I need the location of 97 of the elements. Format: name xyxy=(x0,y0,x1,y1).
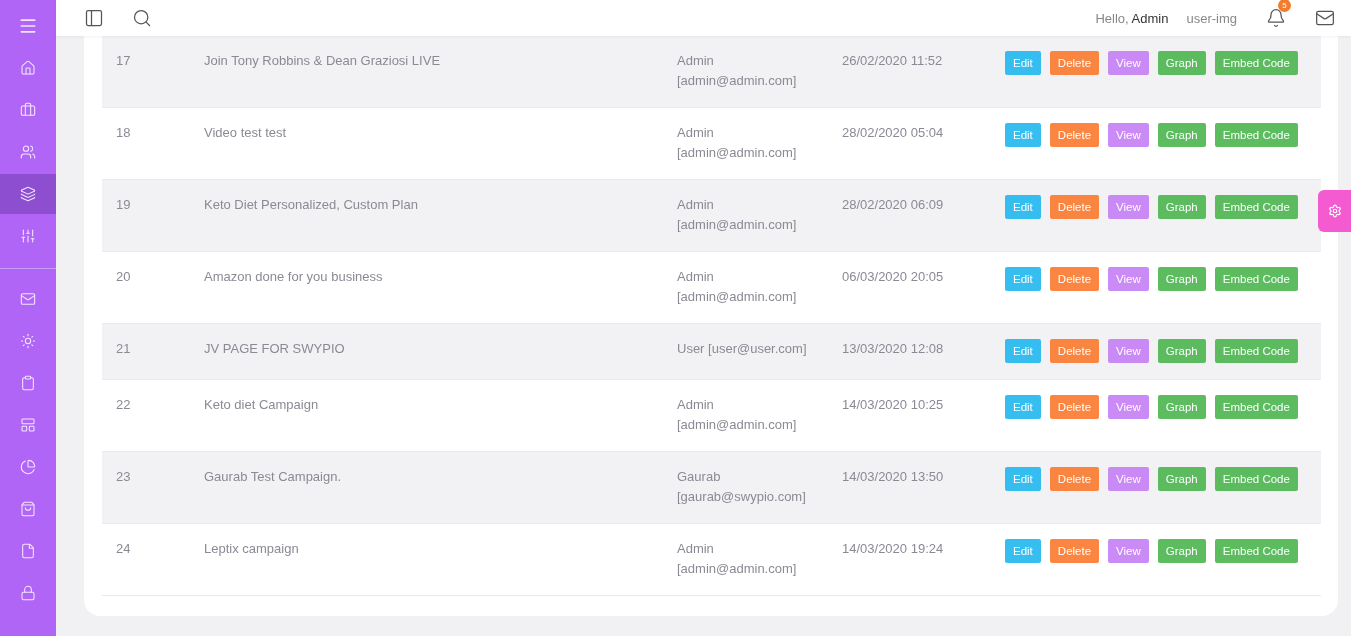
user-cell-text: Admin [admin@admin.com] xyxy=(677,540,798,578)
delete-button[interactable]: Delete xyxy=(1049,51,1100,75)
title-cell-text: Keto Diet Personalized, Custom Plan xyxy=(204,196,419,214)
sun-icon xyxy=(20,333,36,349)
embed-code-button[interactable]: Embed Code xyxy=(1214,539,1298,563)
delete-button[interactable]: Delete xyxy=(1049,467,1100,491)
graph-button[interactable]: Graph xyxy=(1157,123,1206,147)
view-button[interactable]: View xyxy=(1108,539,1149,563)
user-cell-text: Admin [admin@admin.com] xyxy=(677,196,798,234)
date-cell-text: 14/03/2020 10:25 xyxy=(842,396,945,414)
file-icon xyxy=(20,543,36,559)
home-icon xyxy=(20,60,36,76)
graph-button[interactable]: Graph xyxy=(1157,467,1206,491)
title-cell-text: Leptix campaign xyxy=(204,540,300,558)
greeting-text: Hello, Admin xyxy=(1095,10,1169,26)
user-cell-text: User [user@user.com] xyxy=(677,340,808,358)
title-cell-text: Video test test xyxy=(204,124,288,142)
view-button[interactable]: View xyxy=(1108,123,1149,147)
date-cell-text: 14/03/2020 13:50 xyxy=(842,468,945,486)
graph-button[interactable]: Graph xyxy=(1157,195,1206,219)
graph-button[interactable]: Graph xyxy=(1157,339,1206,363)
id-cell-text: 22 xyxy=(116,396,132,414)
user-cell-text: Gaurab [gaurab@swypio.com] xyxy=(677,468,807,506)
sidebar-item[interactable] xyxy=(0,174,56,214)
edit-button[interactable]: Edit xyxy=(1005,195,1041,219)
delete-button[interactable]: Delete xyxy=(1049,123,1100,147)
embed-code-button[interactable]: Embed Code xyxy=(1214,395,1298,419)
view-button[interactable]: View xyxy=(1108,467,1149,491)
embed-code-button[interactable]: Embed Code xyxy=(1214,123,1298,147)
id-cell-text: 24 xyxy=(116,540,132,558)
mail-icon xyxy=(20,291,36,307)
edit-button[interactable]: Edit xyxy=(1005,123,1041,147)
edit-button[interactable]: Edit xyxy=(1005,395,1041,419)
notifications-button[interactable]: 5 xyxy=(1261,3,1291,33)
shopping-bag-icon xyxy=(20,501,36,517)
delete-button[interactable]: Delete xyxy=(1049,195,1100,219)
view-button[interactable]: View xyxy=(1108,395,1149,419)
menu-icon xyxy=(18,16,38,36)
user-cell-text: Admin [admin@admin.com] xyxy=(677,396,798,434)
date-cell-text: 13/03/2020 12:08 xyxy=(842,340,945,358)
lock-icon xyxy=(20,585,36,601)
embed-code-button[interactable]: Embed Code xyxy=(1214,51,1298,75)
delete-button[interactable]: Delete xyxy=(1049,539,1100,563)
edit-button[interactable]: Edit xyxy=(1005,51,1041,75)
id-cell-text: 19 xyxy=(116,196,132,214)
title-cell-text: Amazon done for you business xyxy=(204,268,384,286)
edit-button[interactable]: Edit xyxy=(1005,467,1041,491)
clipboard-icon xyxy=(20,375,36,391)
graph-button[interactable]: Graph xyxy=(1157,267,1206,291)
layout-icon xyxy=(20,417,36,433)
title-cell-text: Keto diet Campaign xyxy=(204,396,320,414)
layers-icon xyxy=(20,186,36,202)
search-icon xyxy=(132,8,152,28)
settings-button[interactable] xyxy=(1318,190,1351,232)
date-cell-text: 14/03/2020 19:24 xyxy=(842,540,945,558)
edit-button[interactable]: Edit xyxy=(1005,267,1041,291)
title-cell-text: JV PAGE FOR SWYPIO xyxy=(204,340,346,358)
embed-code-button[interactable]: Embed Code xyxy=(1214,195,1298,219)
embed-code-button[interactable]: Embed Code xyxy=(1214,339,1298,363)
date-cell-text: 28/02/2020 06:09 xyxy=(842,196,945,214)
delete-button[interactable]: Delete xyxy=(1049,339,1100,363)
settings-icon xyxy=(1327,204,1342,218)
graph-button[interactable]: Graph xyxy=(1157,395,1206,419)
graph-button[interactable]: Graph xyxy=(1157,539,1206,563)
briefcase-icon xyxy=(20,102,36,118)
id-cell-text: 18 xyxy=(116,124,132,142)
users-icon xyxy=(20,144,36,160)
title-cell-text: Gaurab Test Campaign. xyxy=(204,468,343,486)
user-cell-text: Admin [admin@admin.com] xyxy=(677,52,798,90)
user-cell-text: Admin [admin@admin.com] xyxy=(677,124,798,162)
view-button[interactable]: View xyxy=(1108,195,1149,219)
edit-button[interactable]: Edit xyxy=(1005,539,1041,563)
graph-button[interactable]: Graph xyxy=(1157,51,1206,75)
embed-code-button[interactable]: Embed Code xyxy=(1214,467,1298,491)
title-cell-text: Join Tony Robbins & Dean Graziosi LIVE xyxy=(204,52,442,70)
view-button[interactable]: View xyxy=(1108,267,1149,291)
date-cell-text: 26/02/2020 11:52 xyxy=(842,52,944,70)
user-cell-text: Admin [admin@admin.com] xyxy=(677,268,798,306)
id-cell-text: 21 xyxy=(116,340,132,358)
edit-button[interactable]: Edit xyxy=(1005,339,1041,363)
mail-icon xyxy=(1315,8,1335,28)
id-cell-text: 17 xyxy=(116,52,132,70)
id-cell-text: 20 xyxy=(116,268,132,286)
date-cell-text: 06/03/2020 20:05 xyxy=(842,268,945,286)
notification-count: 5 xyxy=(1278,0,1291,12)
user-image-alt-text[interactable]: user-img xyxy=(1186,10,1237,26)
embed-code-button[interactable]: Embed Code xyxy=(1214,267,1298,291)
pie-chart-icon xyxy=(20,459,36,475)
id-cell-text: 23 xyxy=(116,468,132,486)
delete-button[interactable]: Delete xyxy=(1049,395,1100,419)
view-button[interactable]: View xyxy=(1108,51,1149,75)
bell-icon xyxy=(1266,8,1286,28)
view-button[interactable]: View xyxy=(1108,339,1149,363)
date-cell-text: 28/02/2020 05:04 xyxy=(842,124,945,142)
delete-button[interactable]: Delete xyxy=(1049,267,1100,291)
sliders-icon xyxy=(20,228,36,244)
panel-icon xyxy=(84,8,104,28)
